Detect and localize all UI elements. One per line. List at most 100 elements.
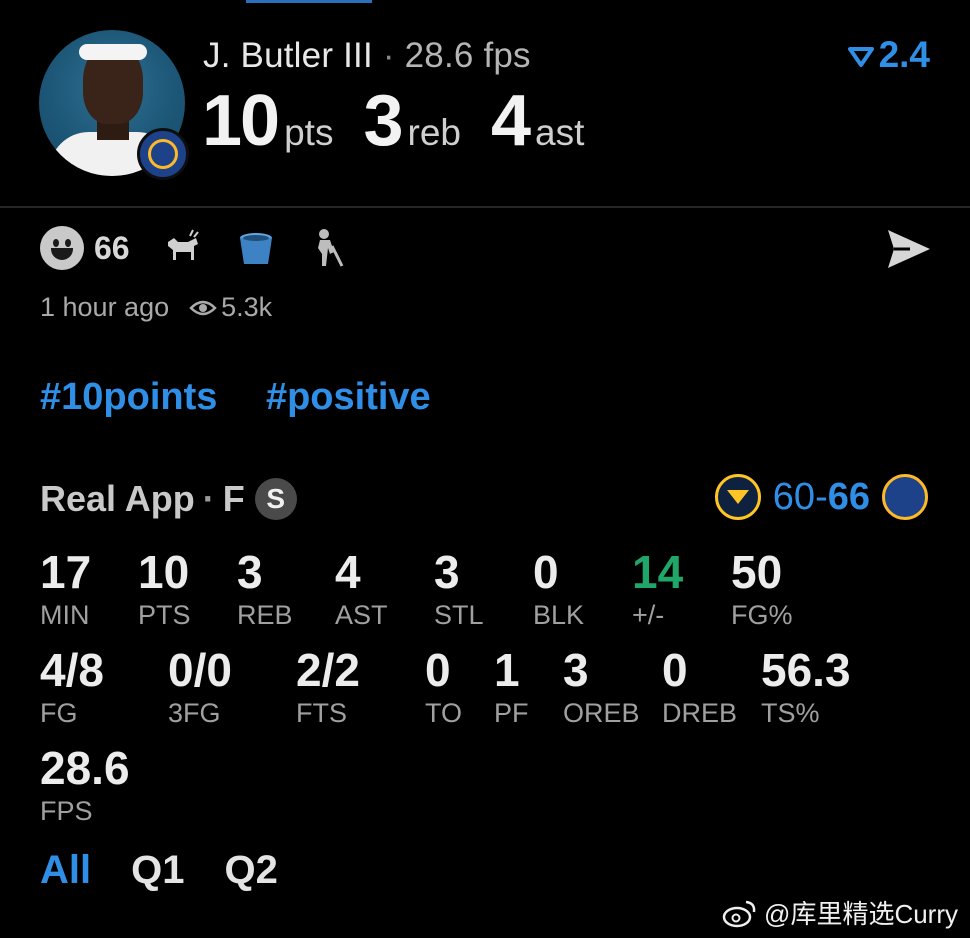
- stat-plus-minus: 14 +/-: [632, 548, 683, 630]
- eye-icon: [189, 300, 217, 315]
- smiley-icon[interactable]: [40, 226, 84, 270]
- game-source-line: Real App · F S: [40, 478, 297, 520]
- stat-value: 17: [40, 546, 92, 598]
- stat-to: 0 TO: [425, 646, 462, 728]
- stat-stl: 3 STL: [434, 548, 484, 630]
- quarter-tabs: All Q1 Q2: [40, 848, 318, 893]
- stat-reb: 3 REB: [237, 548, 293, 630]
- warriors-logo-icon: [882, 474, 928, 520]
- stat-label: FG: [40, 698, 78, 728]
- stat-value: 0: [533, 546, 559, 598]
- hashtag-link[interactable]: #positive: [266, 376, 431, 418]
- rating-value: 2.4: [878, 34, 930, 75]
- stat-label: PF: [494, 698, 529, 728]
- stat-pf: 1 PF: [494, 646, 529, 728]
- stat-value: 3: [237, 546, 263, 598]
- score-dash: -: [815, 475, 828, 518]
- send-icon[interactable]: [886, 228, 932, 270]
- stat-value: 4: [335, 546, 361, 598]
- bucket-icon[interactable]: [234, 226, 278, 270]
- stat-label: BLK: [533, 600, 585, 630]
- stat-label: OREB: [563, 698, 640, 728]
- player-position: F: [222, 478, 245, 519]
- player-fps: 28.6 fps: [404, 36, 531, 75]
- stat-label: FG%: [731, 600, 793, 630]
- rating-badge: 2.4: [847, 34, 930, 76]
- stat-label: DREB: [662, 698, 738, 728]
- stat-label: TS%: [761, 698, 820, 728]
- stat-label: PTS: [138, 600, 191, 630]
- home-score: 66: [827, 475, 870, 518]
- stat-label: AST: [335, 600, 388, 630]
- team-logo-icon: [137, 128, 189, 180]
- stat-label: FTS: [296, 698, 347, 728]
- pts-label: pts: [284, 112, 334, 153]
- hashtag-link[interactable]: #10points: [40, 376, 217, 418]
- stat-blk: 0 BLK: [533, 548, 584, 630]
- stat-value: 2/2: [296, 644, 360, 696]
- watermark: @库里精选Curry: [722, 894, 958, 931]
- stat-label: +/-: [632, 600, 665, 630]
- weibo-logo-icon: [722, 900, 756, 927]
- stat-value: 4/8: [40, 644, 104, 696]
- stat-pts: 10 PTS: [138, 548, 191, 630]
- view-count: 5.3k: [221, 292, 273, 322]
- stat-value: 0: [425, 644, 451, 696]
- source-name: Real App: [40, 478, 195, 519]
- stat-label: MIN: [40, 600, 90, 630]
- goat-icon[interactable]: [160, 226, 204, 270]
- headline-stats: 10 pts 3 reb 4 ast: [202, 80, 614, 162]
- stat-value: 1: [494, 644, 520, 696]
- stat-value: 50: [731, 546, 783, 598]
- stat-fts: 2/2 FTS: [296, 646, 360, 728]
- stat-label: REB: [237, 600, 293, 630]
- stat-value: 0: [662, 644, 688, 696]
- stat-min: 17 MIN: [40, 548, 91, 630]
- stat-value: 3: [563, 644, 589, 696]
- stat-value: 0/0: [168, 644, 232, 696]
- stat-fps: 28.6 FPS: [40, 744, 130, 826]
- stat-label: TO: [425, 698, 463, 728]
- tab-q2[interactable]: Q2: [224, 848, 277, 893]
- reb-label: reb: [407, 112, 461, 153]
- separator: ·: [202, 478, 215, 519]
- stat-value: 3: [434, 546, 460, 598]
- stat-fg: 4/8 FG: [40, 646, 104, 728]
- player-name: J. Butler III: [203, 36, 373, 75]
- nuggets-logo-icon: [714, 474, 761, 520]
- stat-oreb: 3 OREB: [563, 646, 640, 728]
- stat-value: 10: [138, 546, 190, 598]
- reb-value: 3: [363, 81, 403, 161]
- reaction-count: 66: [94, 229, 130, 266]
- starter-badge: S: [254, 478, 297, 520]
- tab-all[interactable]: All: [40, 848, 91, 893]
- post-meta: 1 hour ago 5.3k: [40, 292, 272, 323]
- watermark-text: @库里精选Curry: [764, 899, 958, 929]
- rating-arrow-icon: [847, 47, 874, 67]
- stat-dreb: 0 DREB: [662, 646, 737, 728]
- ast-value: 4: [490, 81, 531, 161]
- player-name-line[interactable]: J. Butler III · 28.6 fps: [203, 36, 531, 76]
- reaction-bar: 66: [40, 226, 352, 270]
- stat-ast: 4 AST: [335, 548, 388, 630]
- ast-label: ast: [535, 112, 585, 153]
- stat-label: STL: [434, 600, 484, 630]
- post-time: 1 hour ago: [40, 292, 170, 322]
- hashtags: #10points #positive: [40, 376, 469, 419]
- divider: [0, 206, 970, 208]
- stat-value: 14: [632, 546, 684, 598]
- top-accent-line: [246, 0, 372, 3]
- game-score[interactable]: 60 - 66: [714, 474, 928, 520]
- tab-q1[interactable]: Q1: [131, 848, 184, 893]
- stat-3fg: 0/0 3FG: [168, 646, 232, 728]
- stat-value: 56.3: [761, 644, 851, 696]
- pts-value: 10: [202, 81, 280, 161]
- stat-value: 28.6: [40, 742, 130, 794]
- stat-label: 3FG: [168, 698, 221, 728]
- separator: ·: [382, 36, 395, 75]
- stat-label: FPS: [40, 796, 93, 826]
- stat-fg-pct: 50 FG%: [731, 548, 793, 630]
- away-score: 60: [772, 475, 816, 518]
- stat-ts-pct: 56.3 TS%: [761, 646, 851, 728]
- old-man-cane-icon[interactable]: [308, 226, 352, 270]
